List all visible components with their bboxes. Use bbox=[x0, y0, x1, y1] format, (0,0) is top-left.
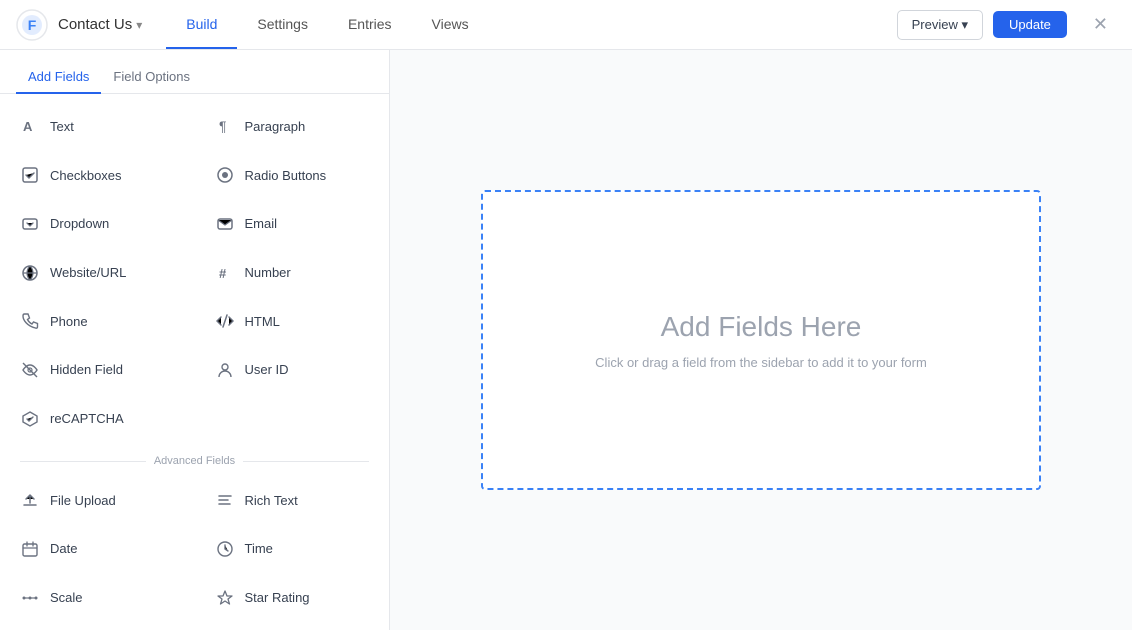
recaptcha-icon bbox=[20, 409, 40, 429]
svg-text:A: A bbox=[23, 119, 33, 134]
svg-text:¶: ¶ bbox=[219, 118, 227, 134]
field-star-rating[interactable]: Star Rating bbox=[195, 573, 390, 622]
field-hidden-field[interactable]: Hidden Field bbox=[0, 346, 195, 395]
top-bar-actions: Preview ▾ Update ✕ bbox=[897, 10, 1116, 40]
canvas-area: Add Fields Here Click or drag a field fr… bbox=[390, 50, 1132, 630]
field-website-url[interactable]: Website/URL bbox=[0, 248, 195, 297]
field-file-upload[interactable]: File Upload bbox=[0, 476, 195, 525]
user-id-icon bbox=[215, 360, 235, 380]
field-checkboxes[interactable]: Checkboxes bbox=[0, 151, 195, 200]
preview-button[interactable]: Preview ▾ bbox=[897, 10, 983, 40]
drop-zone-subtitle: Click or drag a field from the sidebar t… bbox=[595, 355, 927, 370]
field-recaptcha[interactable]: reCAPTCHA bbox=[0, 394, 195, 443]
title-chevron-icon: ▾ bbox=[136, 18, 142, 32]
field-dropdown[interactable]: Dropdown bbox=[0, 199, 195, 248]
nav-tab-settings[interactable]: Settings bbox=[237, 0, 328, 49]
top-bar: F Contact Us ▾ Build Settings Entries Vi… bbox=[0, 0, 1132, 50]
app-logo-icon: F bbox=[16, 9, 48, 41]
drop-zone-title: Add Fields Here bbox=[661, 311, 862, 343]
field-paragraph[interactable]: ¶ Paragraph bbox=[195, 102, 390, 151]
field-rich-text[interactable]: Rich Text bbox=[195, 476, 390, 525]
number-icon: # bbox=[215, 263, 235, 283]
field-date[interactable]: Date bbox=[0, 525, 195, 574]
nav-tab-entries[interactable]: Entries bbox=[328, 0, 412, 49]
email-icon bbox=[215, 214, 235, 234]
advanced-fields-header: Advanced Fields bbox=[0, 443, 389, 476]
fields-grid: A Text ¶ Paragraph Checkboxes bbox=[0, 94, 389, 630]
field-radio-buttons[interactable]: Radio Buttons bbox=[195, 151, 390, 200]
svg-text:#: # bbox=[219, 266, 227, 281]
close-button[interactable]: ✕ bbox=[1085, 10, 1116, 39]
time-icon bbox=[215, 539, 235, 559]
app-title[interactable]: Contact Us ▾ bbox=[58, 16, 142, 33]
tab-field-options[interactable]: Field Options bbox=[101, 61, 202, 94]
file-upload-icon bbox=[20, 490, 40, 510]
tab-add-fields[interactable]: Add Fields bbox=[16, 61, 101, 94]
nav-tab-views[interactable]: Views bbox=[412, 0, 489, 49]
radio-buttons-icon bbox=[215, 165, 235, 185]
date-icon bbox=[20, 539, 40, 559]
field-user-id[interactable]: User ID bbox=[195, 346, 390, 395]
drop-zone[interactable]: Add Fields Here Click or drag a field fr… bbox=[481, 190, 1041, 490]
sidebar-tabs: Add Fields Field Options bbox=[0, 50, 389, 94]
star-rating-icon bbox=[215, 588, 235, 608]
field-text[interactable]: A Text bbox=[0, 102, 195, 151]
text-icon: A bbox=[20, 116, 40, 136]
phone-icon bbox=[20, 311, 40, 331]
paragraph-icon: ¶ bbox=[215, 116, 235, 136]
update-button[interactable]: Update bbox=[993, 11, 1067, 38]
main-content: Add Fields Field Options A Text ¶ Paragr… bbox=[0, 50, 1132, 630]
field-phone[interactable]: Phone bbox=[0, 297, 195, 346]
scale-icon bbox=[20, 588, 40, 608]
field-email[interactable]: Email bbox=[195, 199, 390, 248]
sidebar: Add Fields Field Options A Text ¶ Paragr… bbox=[0, 50, 390, 630]
nav-tab-build[interactable]: Build bbox=[166, 0, 237, 49]
html-icon bbox=[215, 311, 235, 331]
field-number[interactable]: # Number bbox=[195, 248, 390, 297]
field-html[interactable]: HTML bbox=[195, 297, 390, 346]
field-time[interactable]: Time bbox=[195, 525, 390, 574]
checkboxes-icon bbox=[20, 165, 40, 185]
field-scale[interactable]: Scale bbox=[0, 573, 195, 622]
rich-text-icon bbox=[215, 490, 235, 510]
main-nav: Build Settings Entries Views bbox=[166, 0, 896, 49]
dropdown-icon bbox=[20, 214, 40, 234]
hidden-field-icon bbox=[20, 360, 40, 380]
svg-text:F: F bbox=[28, 17, 37, 33]
website-url-icon bbox=[20, 263, 40, 283]
